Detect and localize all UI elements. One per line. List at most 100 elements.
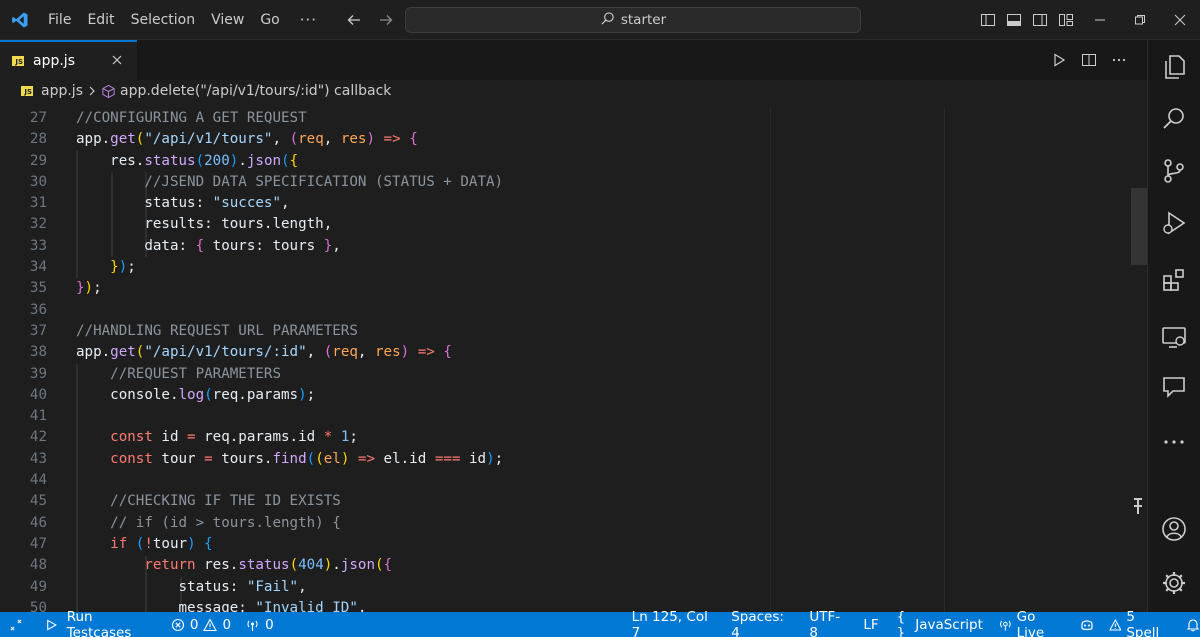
bell-icon [1186,618,1200,631]
menu-edit[interactable]: Edit [79,0,122,40]
javascript-file-icon: JS [21,86,33,96]
toggle-primary-sidebar-icon[interactable] [980,12,996,28]
forward-arrow-icon[interactable] [377,11,395,29]
language-mode[interactable]: { } JavaScript [896,608,983,637]
tab-label: app.js [33,53,75,69]
line-number: 29 [29,152,47,169]
breadcrumb-symbol[interactable]: app.delete("/api/v1/tours/:id") callback [120,83,391,99]
encoding-status[interactable]: UTF-8 [809,609,845,637]
breadcrumb-file[interactable]: app.js [41,83,83,99]
close-icon[interactable] [109,52,125,68]
customize-layout-icon[interactable] [1058,12,1074,28]
chevron-right-icon [87,85,97,97]
line-number: 40 [29,386,47,403]
toggle-secondary-sidebar-icon[interactable] [1032,12,1048,28]
cursor-position[interactable]: Ln 125, Col 7 [632,609,714,637]
spell-check-button[interactable]: 5 Spell [1108,609,1168,637]
code-line: 48 return res.status(404).json({ [0,555,1147,576]
comments-icon[interactable] [1159,372,1189,402]
minimize-button[interactable] [1080,0,1120,40]
indentation-status[interactable]: Spaces: 4 [731,609,791,637]
code-line: 32 results: tours.length, [0,214,1147,235]
menu-bar: File Edit Selection View Go ··· [40,0,329,40]
line-number: 46 [29,514,47,531]
line-number: 43 [29,450,47,467]
breadcrumb: JS app.js app.delete("/api/v1/tours/:id"… [0,80,1147,102]
extensions-icon[interactable] [1159,265,1189,295]
line-number: 47 [29,535,47,552]
code-line: 35}); [0,278,1147,299]
code-line: 33 data: { tours: tours }, [0,236,1147,257]
code-line: 29 res.status(200).json({ [0,151,1147,172]
run-and-debug-icon[interactable] [1159,208,1189,238]
activity-bar [1147,40,1200,612]
menu-selection[interactable]: Selection [123,0,204,40]
line-number: 37 [29,322,47,339]
warning-icon [203,617,218,631]
line-number: 38 [29,344,47,361]
eol-status[interactable]: LF [863,612,878,637]
more-icon[interactable] [1159,427,1189,457]
status-bar: Run Testcases 0 0 0 Ln 125, Col 7 Spaces… [0,608,1200,637]
search-icon[interactable] [1159,104,1189,134]
line-number: 36 [29,301,47,318]
code-line: 36 [0,300,1147,321]
restore-button[interactable] [1120,0,1160,40]
search-icon [600,11,615,30]
menu-file[interactable]: File [40,0,79,40]
code-line: 37//HANDLING REQUEST URL PARAMETERS [0,321,1147,342]
remote-indicator-icon[interactable] [0,612,33,637]
code-line: 31 status: "succes", [0,193,1147,214]
run-testcases-button[interactable]: Run Testcases [45,608,153,637]
code-line: 43 const tour = tours.find((el) => el.id… [0,449,1147,470]
line-number: 33 [29,237,47,254]
back-arrow-icon[interactable] [345,11,363,29]
line-number: 30 [29,173,47,190]
notifications-button[interactable] [1186,612,1200,637]
copilot-button[interactable] [1079,612,1095,637]
more-actions-icon[interactable] [1111,52,1127,68]
toggle-panel-icon[interactable] [1006,12,1022,28]
code-editor[interactable]: 27//CONFIGURING A GET REQUEST 28 app.get(… [0,108,1147,612]
tab-app-js[interactable]: JS app.js [0,40,137,80]
warning-icon [1108,618,1122,630]
line-number: 48 [29,557,47,574]
copilot-icon [1081,619,1093,630]
command-center-search[interactable]: starter [405,7,861,33]
javascript-file-icon: JS [12,56,24,66]
run-testcases-icon [47,619,57,630]
go-live-button[interactable]: Go Live [999,608,1063,637]
source-control-icon[interactable] [1159,156,1189,186]
code-line: 50 message: "Invalid ID", [0,598,1147,612]
explorer-icon[interactable] [1159,52,1189,82]
code-line: 46 // if (id > tours.length) { [0,513,1147,534]
code-line: 34 }); [0,257,1147,278]
remote-explorer-icon[interactable] [1159,322,1189,352]
title-bar: File Edit Selection View Go ··· starter [0,0,1200,40]
menu-go[interactable]: Go [252,0,287,40]
go-live-label: Go Live [1016,608,1045,637]
scrollbar-slider[interactable] [1131,188,1147,265]
menu-view[interactable]: View [203,0,252,40]
code-line: 38 app.get("/api/v1/tours/:id", (req, res… [0,342,1147,363]
line-number: 34 [29,259,47,276]
menu-more-button[interactable]: ··· [288,11,329,29]
settings-gear-icon[interactable] [1159,568,1189,598]
tab-bar: JS app.js [0,40,1147,80]
line-number: 28 [29,131,47,148]
code-line: 49 status: "Fail", [0,577,1147,598]
problems-button[interactable]: 0 0 [171,612,231,637]
line-number: 44 [29,472,47,489]
braces-icon: { } [896,608,906,637]
account-icon[interactable] [1159,514,1189,544]
line-number: 32 [29,216,47,233]
run-icon[interactable] [1051,52,1067,68]
close-window-button[interactable] [1160,0,1200,40]
run-testcases-label: Run Testcases [66,608,132,637]
split-editor-icon[interactable] [1081,52,1097,68]
line-number: 50 [29,599,47,612]
code-line: 45 //CHECKING IF THE ID EXISTS [0,491,1147,512]
ports-button[interactable]: 0 [245,612,274,637]
line-number: 45 [29,493,47,510]
line-number: 41 [29,408,47,425]
